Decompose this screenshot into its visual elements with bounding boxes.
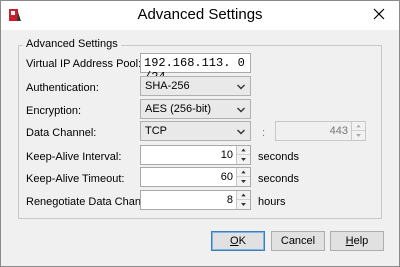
spin-down-icon[interactable]	[237, 155, 250, 164]
spin-up-icon[interactable]	[237, 146, 250, 155]
data-channel-select[interactable]: TCP	[140, 121, 251, 141]
keepalive-interval-label: Keep-Alive Interval:	[26, 151, 122, 163]
spin-up-icon[interactable]	[237, 168, 250, 177]
cancel-button[interactable]: Cancel	[271, 231, 325, 251]
chevron-down-icon	[237, 107, 245, 113]
keepalive-timeout-value: 60	[220, 171, 233, 183]
renegotiate-unit: hours	[258, 196, 286, 208]
keepalive-interval-spin-buttons[interactable]	[236, 146, 250, 164]
data-channel-value: TCP	[145, 125, 167, 137]
chevron-down-icon	[237, 84, 245, 90]
ok-mnemonic: O	[230, 235, 239, 247]
spin-down-icon[interactable]	[237, 177, 250, 186]
renegotiate-spin-buttons[interactable]	[236, 191, 250, 209]
authentication-value: SHA-256	[145, 80, 190, 92]
dialog-window: Advanced Settings Advanced Settings Virt…	[0, 0, 400, 267]
ip-pool-input[interactable]: 192.168.113. 0 /24	[140, 53, 251, 84]
encryption-label: Encryption:	[26, 105, 82, 117]
window-title: Advanced Settings	[137, 6, 263, 23]
renegotiate-value: 8	[226, 194, 233, 206]
port-spinner: 443	[275, 121, 366, 141]
port-spin-buttons	[351, 122, 365, 140]
spin-up-icon[interactable]	[237, 191, 250, 200]
spin-down-icon[interactable]	[237, 200, 250, 209]
help-button[interactable]: Help	[330, 231, 384, 251]
group-label: Advanced Settings	[23, 38, 121, 50]
renegotiate-label: Renegotiate Data Channel:	[26, 196, 159, 208]
data-channel-label: Data Channel:	[26, 127, 97, 139]
spin-up-icon	[352, 124, 365, 131]
chevron-down-icon	[237, 129, 245, 135]
renegotiate-spinner[interactable]: 8	[140, 190, 251, 210]
encryption-value: AES (256-bit)	[145, 103, 212, 115]
keepalive-timeout-spinner[interactable]: 60	[140, 167, 251, 187]
encryption-select[interactable]: AES (256-bit)	[140, 99, 251, 119]
keepalive-interval-value: 10	[220, 149, 233, 161]
keepalive-interval-unit: seconds	[258, 151, 299, 163]
port-value: 443	[329, 125, 348, 137]
ok-button[interactable]: OK	[211, 231, 265, 251]
authentication-label: Authentication:	[26, 82, 99, 94]
port-separator: :	[262, 127, 266, 139]
keepalive-timeout-spin-buttons[interactable]	[236, 168, 250, 186]
keepalive-timeout-label: Keep-Alive Timeout:	[26, 173, 125, 185]
keepalive-timeout-unit: seconds	[258, 173, 299, 185]
help-mnemonic: H	[345, 235, 354, 247]
title-bar: Advanced Settings	[1, 1, 399, 30]
ip-pool-label: Virtual IP Address Pool:	[26, 58, 142, 70]
authentication-select[interactable]: SHA-256	[140, 76, 251, 96]
keepalive-interval-spinner[interactable]: 10	[140, 145, 251, 165]
close-icon[interactable]	[367, 2, 391, 26]
spin-down-icon	[356, 134, 361, 137]
